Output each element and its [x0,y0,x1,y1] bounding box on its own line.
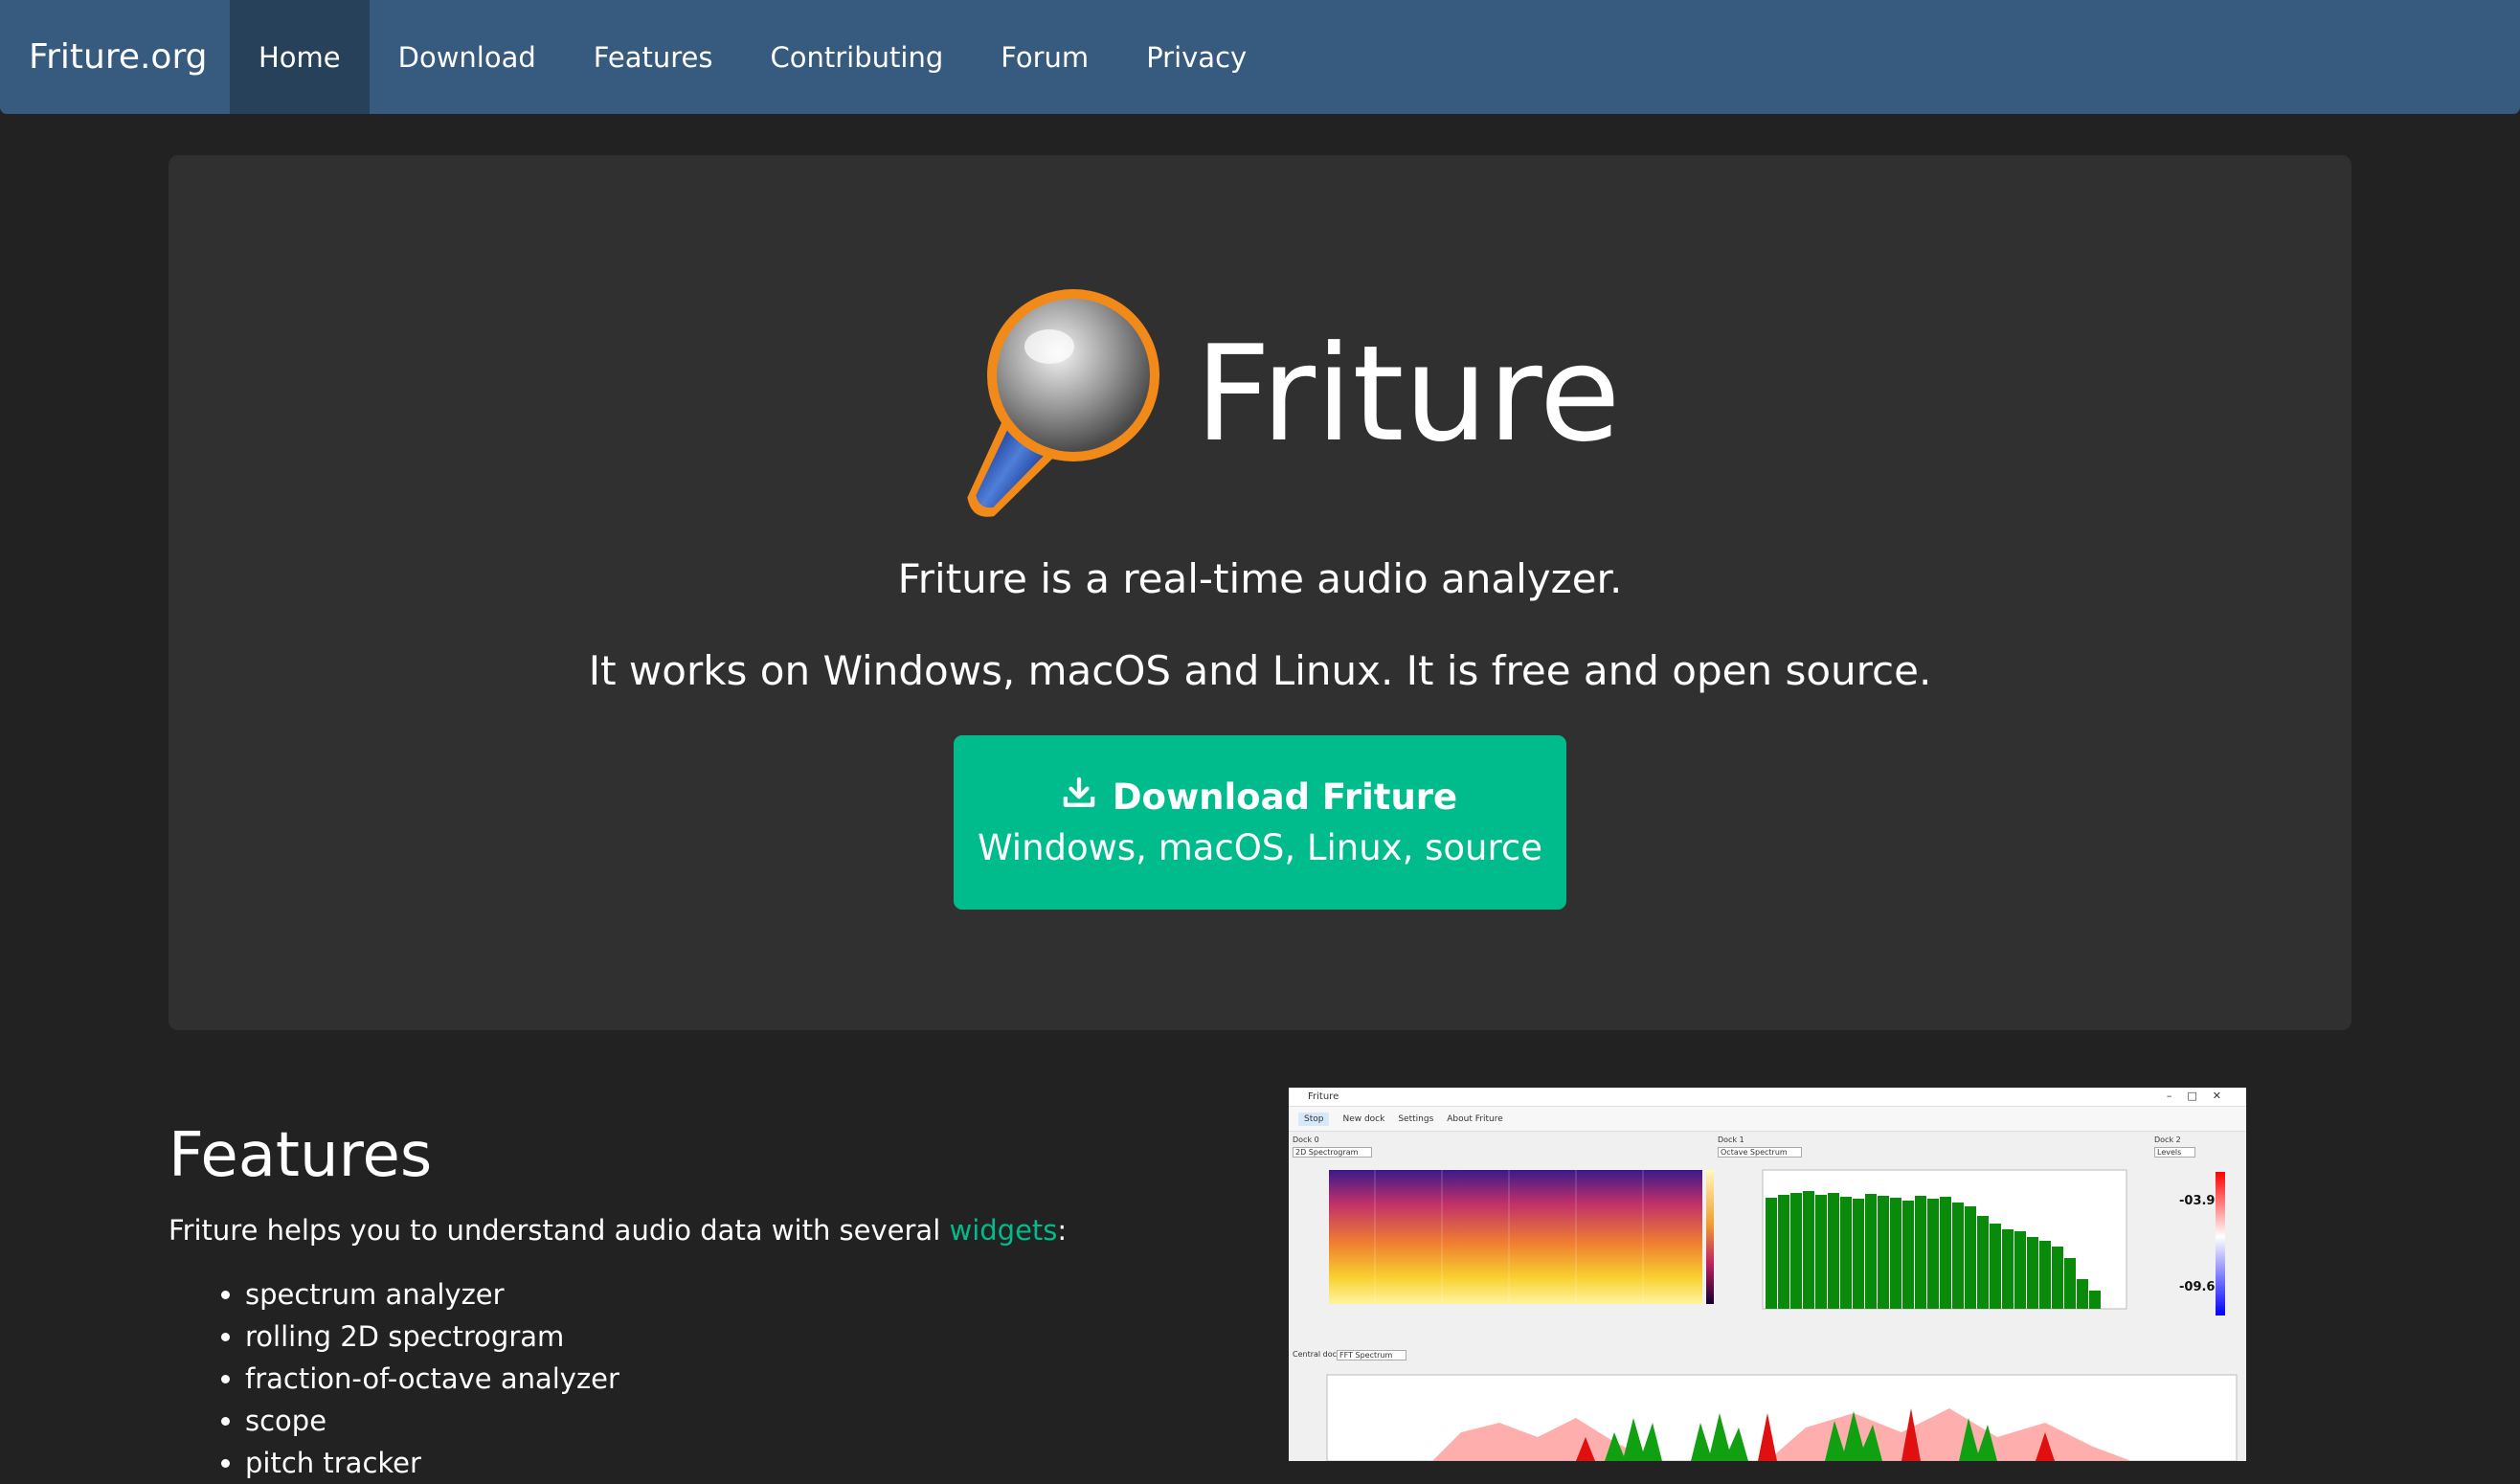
hero-title: Friture [1195,317,1621,471]
download-icon [1063,776,1095,818]
svg-text:-03.9: -03.9 [2179,1194,2215,1208]
list-item: fraction-of-octave analyzer [245,1358,619,1400]
nav-features[interactable]: Features [565,0,742,114]
brand-link[interactable]: Friture.org [0,0,230,114]
download-button-label: Download Friture [1112,776,1458,818]
hero-tagline: Friture is a real-time audio analyzer. [897,555,1623,602]
navbar: Friture.org Home Download Features Contr… [0,0,2520,114]
nav-forum[interactable]: Forum [972,0,1117,114]
nav-home[interactable]: Home [230,0,370,114]
feature-list: spectrum analyzer rolling 2D spectrogram… [169,1273,619,1484]
widgets-link[interactable]: widgets [949,1214,1057,1247]
nav-privacy[interactable]: Privacy [1117,0,1275,114]
list-item: spectrum analyzer [245,1273,619,1315]
features-heading: Features [169,1120,433,1191]
list-item: scope [245,1400,619,1442]
friture-app-screenshot: Friture –□✕ Stop New dock Settings About… [1289,1088,2246,1461]
list-item: rolling 2D spectrogram [245,1315,619,1358]
nav-contributing[interactable]: Contributing [742,0,973,114]
features-intro: Friture helps you to understand audio da… [169,1214,1068,1247]
svg-text:-09.6: -09.6 [2179,1280,2215,1294]
hero-platforms-text: It works on Windows, macOS and Linux. It… [588,647,1932,694]
download-button-platforms: Windows, macOS, Linux, source [978,827,1542,868]
list-item: pitch tracker [245,1442,619,1484]
hero-jumbotron: Friture Friture is a real-time audio ana… [169,155,2351,1030]
screenshot-plots: -03.9 -09.6 [1326,1169,2238,1461]
download-friture-button[interactable]: Download Friture Windows, macOS, Linux, … [954,735,1566,910]
nav-download[interactable]: Download [370,0,565,114]
microphone-logo-icon [930,284,1169,533]
